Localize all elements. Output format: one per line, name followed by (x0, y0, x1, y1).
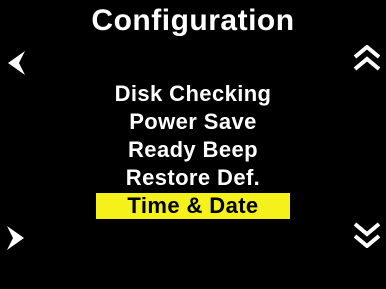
config-menu: Disk Checking Power Save Ready Beep Rest… (0, 80, 386, 220)
menu-item-label: Restore Def. (125, 165, 261, 190)
forward-button[interactable] (6, 225, 26, 251)
config-screen: Configuration Disk Checking Power Save R… (0, 0, 386, 289)
chevron-left-icon (8, 51, 25, 75)
menu-item-label: Ready Beep (128, 137, 258, 162)
menu-item-disk-checking[interactable]: Disk Checking (0, 80, 386, 108)
chevron-right-icon (7, 226, 24, 250)
menu-item-power-save[interactable]: Power Save (0, 108, 386, 136)
menu-item-ready-beep[interactable]: Ready Beep (0, 136, 386, 164)
double-chevron-down-icon (353, 222, 381, 248)
menu-item-time-date[interactable]: Time & Date (0, 192, 386, 220)
back-button[interactable] (6, 50, 26, 76)
menu-item-restore-defaults[interactable]: Restore Def. (0, 164, 386, 192)
menu-item-label: Power Save (129, 109, 257, 134)
scroll-up-button[interactable] (353, 45, 381, 73)
screen-title: Configuration (91, 4, 295, 37)
double-chevron-up-icon (353, 45, 381, 71)
menu-item-label: Time & Date (96, 193, 290, 219)
menu-item-label: Disk Checking (114, 81, 272, 106)
scroll-down-button[interactable] (353, 220, 381, 248)
